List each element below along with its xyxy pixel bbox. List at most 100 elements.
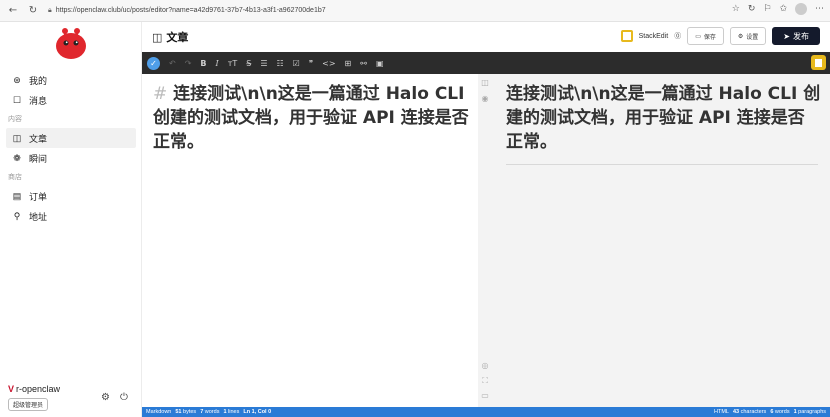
extensions-icon[interactable]: ⚐ [763,4,771,14]
article-icon: ◫ [152,30,163,44]
settings-label: 设置 [746,34,759,41]
save-label: 保存 [703,34,716,41]
status-right: HTML 43 characters 6 words 1 paragraphs [714,409,826,415]
browser-toolbar: ← ↻ 🔒︎ https://openclaw.club/uc/posts/ed… [0,0,830,22]
sidebar-item-messages[interactable]: ☐ 消息 [0,90,136,110]
page-header: ◫ 文章 StackEdit ⓪ ▭ 保存 ⚙ 设置 ➤ 发布 [142,22,830,52]
user-actions: ⚙ ⏻ [101,392,128,403]
sidebar-item-profile[interactable]: ⊛ 我的 [0,70,136,90]
sidebar-item-label: 地址 [29,211,48,222]
table-icon[interactable]: ⊞ [345,59,352,68]
editor-text: 连接测试\n\n这是一篇通过 Halo CLI 创建的测试文档，用于验证 API… [153,84,469,152]
page-title: 文章 [166,32,189,44]
sidebar-item-address[interactable]: ⚲ 地址 [0,206,136,226]
heading-marker: # [153,84,168,104]
navigation-icon[interactable]: ◎ [480,361,490,370]
bold-button[interactable]: B [200,59,206,68]
sidebar-item-label: 消息 [29,95,48,106]
stackedit-logo-icon [620,30,633,42]
sidebar-item-label: 文章 [29,133,48,144]
editor-toolbar: ✓ ↶ ↷ B I ᴛT S̶ ☰ ☷ ☑ ❞ <> ⊞ ⚯ ▣ [142,52,830,74]
logout-icon[interactable]: ⏻ [120,392,128,403]
status-characters: 43 characters [732,409,767,415]
preview-pane: 连接测试\n\n这是一篇通过 Halo CLI 创建的测试文档，用于验证 API… [492,74,830,407]
status-mode: Markdown [146,409,172,415]
screen-icon[interactable]: ▭ [480,391,490,400]
send-icon: ➤ [783,31,790,41]
markdown-editor[interactable]: # 连接测试\n\n这是一篇通过 Halo CLI 创建的测试文档，用于验证 A… [142,74,478,407]
status-words: 7 words [200,409,220,415]
address-icon: ⚲ [13,210,21,221]
save-icon: ▭ [695,33,701,40]
preview-divider [506,164,818,165]
sidebar-item-label: 我的 [29,75,48,86]
editor-gutter: ◫ ◉ ◎ ⛶ ▭ [478,74,492,407]
sidebar-item-label: 订单 [29,191,48,202]
reload-icon[interactable]: ↻ [26,4,40,18]
message-icon: ☐ [12,94,22,105]
code-icon[interactable]: <> [322,59,335,68]
status-left: Markdown 51 bytes 7 words 1 lines Ln 1, … [146,409,271,415]
user-avatar-icon: V [8,384,15,394]
moment-icon: ❁ [13,152,21,163]
sidebar-group-shop: 商店 [8,174,22,181]
user-circle-icon: ⊛ [13,74,21,85]
sidebar-item-moments[interactable]: ❁ 瞬间 [0,148,136,168]
eye-icon[interactable]: ◉ [480,94,490,103]
sidebar-menu: ⊛ 我的 ☐ 消息 内容 ◫ 文章 ❁ 瞬间 商店 ▤ 订单 ⚲ 地址 [0,70,142,226]
status-html-words: 6 words [770,409,790,415]
back-icon[interactable]: ← [6,4,20,18]
settings-button[interactable]: ⚙ 设置 [729,27,767,45]
heading-button[interactable]: ᴛT [228,59,238,68]
redo-icon[interactable]: ↷ [185,59,192,68]
editor-content[interactable]: # 连接测试\n\n这是一篇通过 Halo CLI 创建的测试文档，用于验证 A… [153,82,473,154]
status-lines: 1 lines [223,409,240,415]
sync-check-icon[interactable]: ✓ [147,56,160,70]
publish-label: 发布 [793,31,809,41]
sidebar-item-label: 瞬间 [29,153,48,164]
url-text: https://openclaw.club/uc/posts/editor?na… [55,7,326,14]
italic-button[interactable]: I [216,59,219,68]
sidebar-item-posts[interactable]: ◫ 文章 [6,128,136,148]
status-html-mode: HTML [713,409,729,415]
refresh-icon[interactable]: ↻ [748,4,756,14]
more-icon[interactable]: ⋯ [815,4,824,14]
status-bar: Markdown 51 bytes 7 words 1 lines Ln 1, … [142,407,830,417]
article-icon: ◫ [12,132,22,143]
image-icon[interactable]: ▣ [376,59,384,68]
menu-toggle-icon[interactable] [811,55,826,70]
undo-icon[interactable]: ↶ [169,59,176,68]
user-role-badge: 超级管理员 [8,398,49,411]
address-bar[interactable]: 🔒︎ https://openclaw.club/uc/posts/editor… [48,3,326,19]
sidebar-item-orders[interactable]: ▤ 订单 [0,186,136,206]
editor-name: StackEdit [638,32,669,40]
toggle-preview-icon[interactable]: ◫ [480,78,490,87]
settings-icon[interactable]: ⚙ [101,392,110,403]
user-name: V r-openclaw [8,384,60,394]
preview-content: 连接测试\n\n这是一篇通过 Halo CLI 创建的测试文档，用于验证 API… [506,84,821,152]
sidebar-group-content: 内容 [8,116,22,123]
favorites-icon[interactable]: ✩ [779,4,787,14]
save-button[interactable]: ▭ 保存 [687,27,724,45]
link-icon[interactable]: ⚯ [360,59,367,68]
order-icon: ▤ [12,190,22,201]
unordered-list-icon[interactable]: ☰ [260,59,267,68]
browser-actions: ☆ ↻ ⚐ ✩ ⋯ [732,3,824,15]
status-position: Ln 1, Col 0 [243,409,272,415]
lock-icon: 🔒︎ [48,6,52,14]
fullscreen-icon[interactable]: ⛶ [480,376,490,386]
profile-icon[interactable] [795,3,807,15]
quote-icon[interactable]: ❞ [309,59,313,68]
logo-icon [56,28,86,59]
star-icon[interactable]: ☆ [732,4,740,14]
gear-icon: ⚙ [737,33,744,40]
ordered-list-icon[interactable]: ☷ [276,59,283,68]
strikethrough-button[interactable]: S̶ [246,59,251,68]
publish-button[interactable]: ➤ 发布 [772,27,820,45]
info-icon[interactable]: ⓪ [674,31,681,41]
task-list-icon[interactable]: ☑ [293,59,300,68]
sidebar: ⊛ 我的 ☐ 消息 内容 ◫ 文章 ❁ 瞬间 商店 ▤ 订单 ⚲ 地址 V r-… [0,22,142,417]
user-box: V r-openclaw 超级管理员 [8,384,60,412]
user-name-text: r-openclaw [16,384,61,394]
status-paragraphs: 1 paragraphs [793,409,826,415]
